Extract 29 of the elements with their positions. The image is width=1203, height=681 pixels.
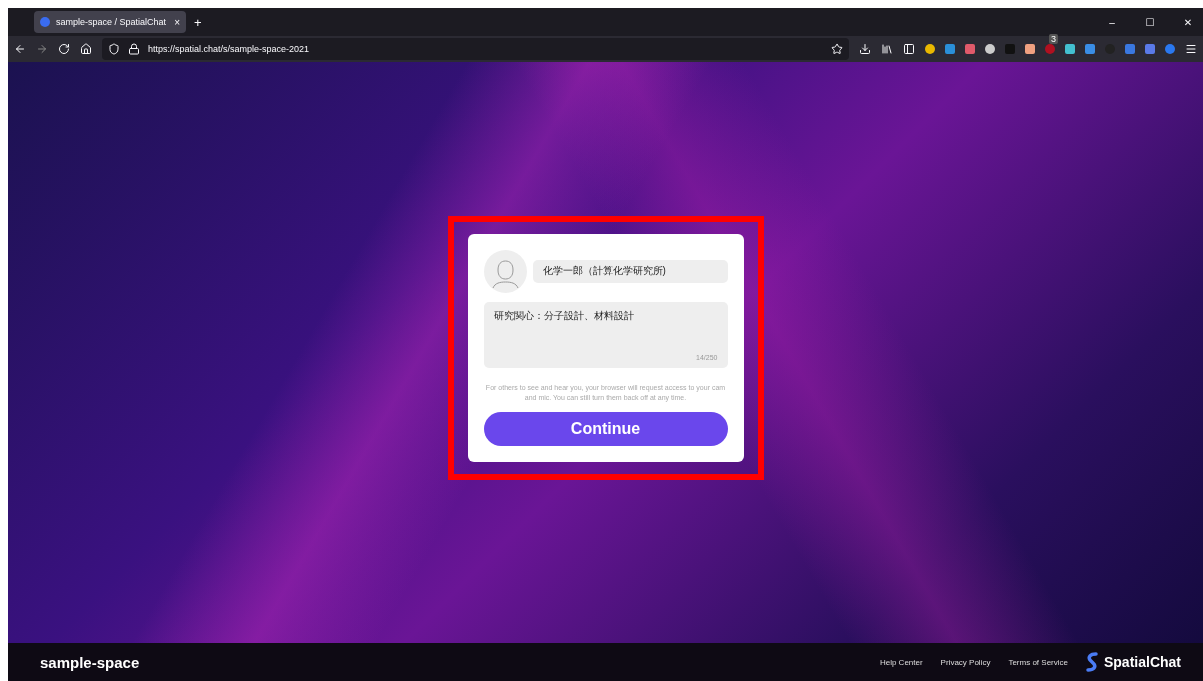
footer-link[interactable]: Terms of Service bbox=[1008, 657, 1068, 667]
tab-close-button[interactable]: × bbox=[174, 16, 180, 28]
back-icon[interactable] bbox=[14, 43, 26, 55]
avatar-icon[interactable] bbox=[483, 249, 527, 293]
browser-tab[interactable]: sample-space / SpatialChat × bbox=[34, 11, 186, 33]
new-tab-button[interactable]: + bbox=[194, 14, 202, 30]
space-name: sample-space bbox=[40, 653, 140, 671]
name-input[interactable]: 化学一郎（計算化学研究所) bbox=[532, 259, 728, 283]
footer-link[interactable]: Privacy Policy bbox=[940, 657, 991, 667]
window-control-button[interactable]: ✕ bbox=[1173, 16, 1203, 28]
window-control-button[interactable]: – bbox=[1097, 16, 1127, 28]
lock-icon bbox=[128, 43, 140, 55]
extension-badge: 3 bbox=[1049, 34, 1058, 44]
tab-title: sample-space / SpatialChat bbox=[56, 17, 168, 27]
continue-button[interactable]: Continue bbox=[483, 411, 728, 446]
reload-icon[interactable] bbox=[58, 43, 70, 55]
forward-icon[interactable] bbox=[36, 43, 48, 55]
url-text: https://spatial.chat/s/sample-space-2021 bbox=[148, 44, 310, 54]
sidebar-icon[interactable] bbox=[903, 43, 915, 55]
home-icon[interactable] bbox=[80, 43, 92, 55]
brand-name: SpatialChat bbox=[1104, 654, 1181, 670]
address-bar[interactable]: https://spatial.chat/s/sample-space-2021 bbox=[102, 38, 849, 60]
download-icon[interactable] bbox=[859, 43, 871, 55]
library-icon[interactable] bbox=[881, 43, 893, 55]
star-icon[interactable] bbox=[831, 43, 843, 55]
footer-link[interactable]: Help Center bbox=[879, 657, 923, 667]
window-control-button[interactable]: ☐ bbox=[1135, 16, 1165, 28]
menu-icon[interactable] bbox=[1185, 43, 1197, 55]
shield-icon bbox=[108, 43, 120, 55]
